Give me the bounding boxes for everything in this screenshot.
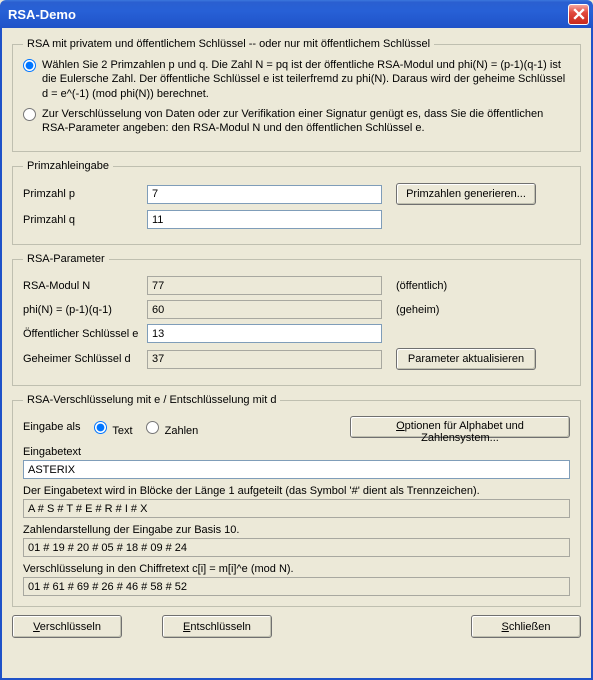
base-field [23,538,570,557]
radio-input-numbers-label: Zahlen [165,425,199,437]
close-button[interactable]: Schließen [471,615,581,638]
radio-pubonly-label: Zur Verschlüsselung von Daten oder zur V… [42,107,570,136]
alphabet-options-button[interactable]: Optionen für Alphabet und Zahlensystem..… [350,416,570,438]
phi-side: (geheim) [396,304,546,316]
group-primes-legend: Primzahleingabe [23,160,113,172]
radio-input-text[interactable]: Text [89,418,133,437]
prime-q-label: Primzahl q [23,214,141,226]
radio-input-text-label: Text [112,425,132,437]
decrypt-button[interactable]: Entschlüsseln [162,615,272,638]
window-body: RSA mit privatem und öffentlichem Schlüs… [0,28,593,680]
close-icon[interactable] [568,4,589,25]
blocks-label: Der Eingabetext wird in Blöcke der Länge… [23,485,570,497]
eingabetext-label: Eingabetext [23,446,570,458]
radio-both-keys[interactable]: Wählen Sie 2 Primzahlen p und q. Die Zah… [23,58,570,101]
window-title: RSA-Demo [8,7,568,22]
bottom-button-row: Verschlüsseln Entschlüsseln Schließen [12,615,581,638]
group-encryption: RSA-Verschlüsselung mit e / Entschlüssel… [12,394,581,607]
update-params-button[interactable]: Parameter aktualisieren [396,348,536,370]
radio-both-keys-label: Wählen Sie 2 Primzahlen p und q. Die Zah… [42,58,570,101]
phi-field [147,300,382,319]
seckey-d-label: Geheimer Schlüssel d [23,353,141,365]
radio-input-text-input[interactable] [94,421,107,434]
group-params-legend: RSA-Parameter [23,253,109,265]
group-keymode: RSA mit privatem und öffentlichem Schlüs… [12,38,581,152]
titlebar: RSA-Demo [0,0,593,28]
radio-pubonly[interactable]: Zur Verschlüsselung von Daten oder zur V… [23,107,570,136]
prime-p-label: Primzahl p [23,188,141,200]
group-params: RSA-Parameter RSA-Modul N (öffentlich) p… [12,253,581,386]
eingabetext-input[interactable] [23,460,570,479]
input-as-label: Eingabe als [23,421,81,433]
group-keymode-legend: RSA mit privatem und öffentlichem Schlüs… [23,38,434,50]
group-encryption-legend: RSA-Verschlüsselung mit e / Entschlüssel… [23,394,280,406]
group-primes: Primzahleingabe Primzahl p Primzahlen ge… [12,160,581,245]
pubkey-e-label: Öffentlicher Schlüssel e [23,328,141,340]
radio-pubonly-input[interactable] [23,108,36,121]
prime-q-input[interactable] [147,210,382,229]
modul-n-side: (öffentlich) [396,280,546,292]
seckey-d-field [147,350,382,369]
blocks-field [23,499,570,518]
encrypt-button[interactable]: Verschlüsseln [12,615,122,638]
cipher-field [23,577,570,596]
prime-p-input[interactable] [147,185,382,204]
cipher-label: Verschlüsselung in den Chiffretext c[i] … [23,563,570,575]
modul-n-field [147,276,382,295]
radio-input-numbers[interactable]: Zahlen [141,418,199,437]
generate-primes-button[interactable]: Primzahlen generieren... [396,183,536,205]
pubkey-e-input[interactable] [147,324,382,343]
base-label: Zahlendarstellung der Eingabe zur Basis … [23,524,570,536]
radio-input-numbers-input[interactable] [146,421,159,434]
modul-n-label: RSA-Modul N [23,280,141,292]
radio-both-keys-input[interactable] [23,59,36,72]
phi-label: phi(N) = (p-1)(q-1) [23,304,141,316]
